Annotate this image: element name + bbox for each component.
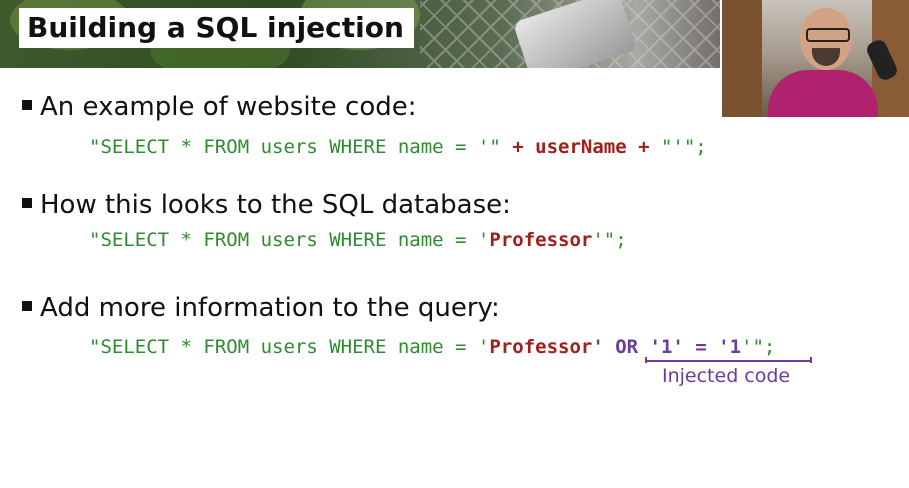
code-part: "SELECT * FROM users WHERE name = ' <box>89 336 490 358</box>
bullet-sql-database: How this looks to the SQL database: <box>22 190 511 220</box>
code-operator: + <box>500 136 536 158</box>
code-database: "SELECT * FROM users WHERE name = 'Profe… <box>89 229 627 251</box>
injected-code-label: Injected code <box>662 365 791 387</box>
bullet-text: How this looks to the SQL database: <box>40 190 511 220</box>
bullet-square-icon <box>22 99 32 110</box>
code-injection: "SELECT * FROM users WHERE name = 'Profe… <box>89 336 775 358</box>
code-injected: ' OR '1' = '1 <box>592 336 742 358</box>
code-part: "SELECT * FROM users WHERE name = '" <box>89 136 501 158</box>
code-website: "SELECT * FROM users WHERE name = '" + u… <box>89 136 707 158</box>
code-part: "'"; <box>660 136 707 158</box>
bullet-website-code: An example of website code: <box>22 92 416 122</box>
code-part: "SELECT * FROM users WHERE name = ' <box>89 229 490 251</box>
bullet-text: An example of website code: <box>40 92 417 122</box>
code-value: Professor <box>489 336 593 358</box>
code-part: '"; <box>741 336 776 358</box>
bullet-add-information: Add more information to the query: <box>22 293 500 323</box>
slide-title: Building a SQL injection <box>19 8 414 48</box>
bullet-text: Add more information to the query: <box>40 293 500 323</box>
code-part: '"; <box>592 229 627 251</box>
injected-bracket-line <box>645 360 810 362</box>
presenter-webcam <box>720 0 909 117</box>
code-operator: + <box>626 136 661 158</box>
bullet-square-icon <box>22 197 32 208</box>
bullet-square-icon <box>22 300 32 311</box>
code-value: Professor <box>489 229 593 251</box>
code-variable: userName <box>535 136 627 158</box>
